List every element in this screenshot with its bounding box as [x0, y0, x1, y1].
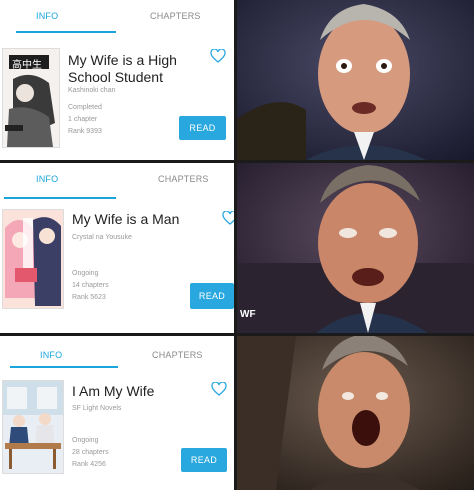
manga-card-2: INFO CHAPTERS My Wife is a Man Crystal n…	[0, 163, 236, 333]
manga-title: My Wife is a Man	[72, 211, 180, 227]
panel-divider	[0, 333, 474, 336]
rank-text: Rank 5623	[72, 294, 106, 301]
rank-text: Rank 9393	[68, 128, 102, 135]
tab-indicator	[4, 197, 116, 199]
manga-author[interactable]: Kashinoki chan	[68, 87, 115, 94]
column-divider	[234, 0, 237, 490]
panel-divider	[0, 160, 474, 163]
manga-author[interactable]: SF Light Novels	[72, 405, 121, 412]
status-text: Ongoing	[72, 270, 99, 277]
tab-indicator	[16, 31, 116, 33]
cover-image[interactable]: 高中生	[2, 48, 60, 148]
tab-chapters[interactable]: CHAPTERS	[152, 350, 203, 360]
tab-bar: INFO CHAPTERS	[0, 163, 236, 199]
tab-info[interactable]: INFO	[36, 11, 58, 21]
manga-meta: Ongoing 28 chapters Rank 4256	[72, 435, 109, 471]
manga-author[interactable]: Crystal na Yousuke	[72, 234, 132, 241]
reaction-photo-1	[236, 0, 474, 160]
rank-text: Rank 4256	[72, 461, 106, 468]
tab-bar: INFO CHAPTERS	[0, 0, 236, 33]
tab-info[interactable]: INFO	[40, 350, 62, 360]
manga-meta: Ongoing 14 chapters Rank 5623	[72, 268, 109, 304]
cover-image[interactable]	[2, 209, 64, 309]
chapter-count: 1 chapter	[68, 116, 98, 123]
status-text: Completed	[68, 104, 102, 111]
tv-logo-watermark: WF	[240, 309, 256, 320]
cover-title-text: 高中生	[12, 60, 42, 71]
tab-indicator	[10, 366, 118, 368]
chapter-count: 28 chapters	[72, 449, 109, 456]
manga-card-1: INFO CHAPTERS 高中生 My Wife is a High Scho…	[0, 0, 236, 160]
tab-bar: INFO CHAPTERS	[0, 336, 236, 368]
tab-info[interactable]: INFO	[36, 174, 58, 184]
reaction-photo-3	[236, 336, 474, 490]
manga-title: I Am My Wife	[72, 383, 155, 399]
reaction-photo-2: WF	[236, 163, 474, 333]
read-button[interactable]: READ	[179, 116, 226, 140]
status-text: Ongoing	[72, 437, 99, 444]
manga-meta: Completed 1 chapter Rank 9393	[68, 102, 102, 138]
tab-chapters[interactable]: CHAPTERS	[158, 174, 209, 184]
heart-outline-icon[interactable]	[211, 382, 227, 396]
chapter-count: 14 chapters	[72, 282, 109, 289]
read-button[interactable]: READ	[181, 448, 227, 472]
manga-title: My Wife is a High School Student	[68, 52, 177, 85]
heart-outline-icon[interactable]	[210, 49, 226, 63]
cover-image[interactable]	[2, 380, 64, 474]
tab-chapters[interactable]: CHAPTERS	[150, 11, 201, 21]
read-button[interactable]: READ	[190, 283, 234, 309]
manga-card-3: INFO CHAPTERS I Am My Wife SF Light Nove…	[0, 336, 236, 490]
